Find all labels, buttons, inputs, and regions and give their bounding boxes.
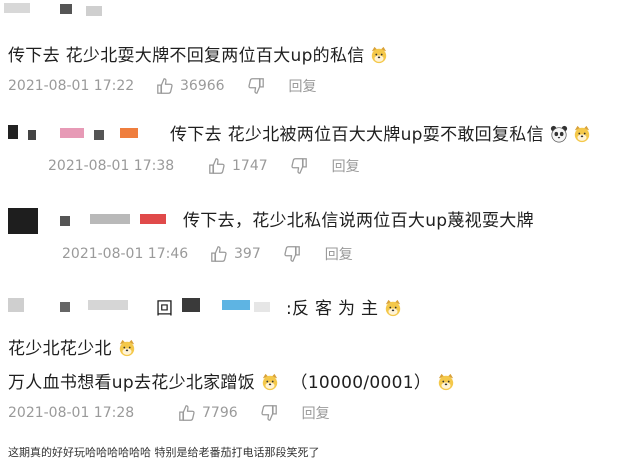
like-button[interactable]: 1747 — [208, 157, 268, 175]
dislike-button[interactable] — [247, 77, 265, 95]
comment-text: 传下去 花少北被两位百大大牌up耍不敢回复私信 — [170, 120, 591, 145]
dislike-button[interactable] — [283, 245, 301, 263]
thumbs-up-icon — [156, 77, 174, 95]
timestamp: 2021-08-01 17:28 — [8, 405, 135, 421]
thumbs-up-icon — [210, 245, 228, 263]
dog-emoji-icon — [118, 339, 136, 357]
timestamp: 2021-08-01 17:38 — [48, 158, 175, 174]
thumbs-down-icon — [260, 404, 278, 422]
reply-button[interactable]: 回复 — [296, 403, 330, 423]
comment-meta: 2021-08-01 17:22 36966 回复 — [8, 76, 317, 96]
like-count: 7796 — [202, 405, 238, 421]
timestamp: 2021-08-01 17:22 — [8, 78, 135, 94]
like-button[interactable]: 7796 — [178, 404, 238, 422]
reply-button[interactable]: 回复 — [319, 244, 353, 264]
cutoff-comment-text: 这期真的好好玩哈哈哈哈哈哈 特别是给老番茄打电话那段笑死了 — [8, 446, 320, 459]
reply-button[interactable]: 回复 — [283, 76, 317, 96]
dislike-button[interactable] — [290, 157, 308, 175]
reply-quote-text: :反 客 为 主 — [286, 294, 402, 319]
timestamp: 2021-08-01 17:46 — [62, 246, 189, 262]
dog-emoji-icon — [370, 46, 388, 64]
comment-text: 传下去 花少北耍大牌不回复两位百大up的私信 — [8, 41, 388, 66]
like-count: 397 — [234, 246, 261, 262]
comment-meta: 2021-08-01 17:28 7796 回复 — [8, 403, 330, 423]
thumbs-down-icon — [247, 77, 265, 95]
dog-emoji-icon — [437, 373, 455, 391]
thumbs-down-icon — [283, 245, 301, 263]
reply-button[interactable]: 回复 — [326, 156, 360, 176]
dislike-button[interactable] — [260, 404, 278, 422]
comment-line-2: 万人血书想看up去花少北家蹭饭 （10000/0001） — [8, 368, 455, 393]
comment-meta: 2021-08-01 17:46 397 回复 — [62, 244, 353, 264]
like-button[interactable]: 397 — [210, 245, 261, 263]
panda-emoji-icon — [550, 125, 568, 143]
dog-emoji-icon — [384, 299, 402, 317]
like-count: 1747 — [232, 158, 268, 174]
reply-quote-prefix: 回 — [156, 299, 174, 319]
like-button[interactable]: 36966 — [156, 77, 225, 95]
thumbs-up-icon — [208, 157, 226, 175]
thumbs-down-icon — [290, 157, 308, 175]
comment-line-1: 花少北花少北 — [8, 334, 136, 359]
comment-meta: 2021-08-01 17:38 1747 回复 — [48, 156, 360, 176]
dog-emoji-icon — [261, 373, 279, 391]
dog-emoji-icon — [573, 125, 591, 143]
comment-text: 传下去，花少北私信说两位百大up蔑视耍大牌 — [183, 211, 534, 231]
like-count: 36966 — [180, 78, 225, 94]
thumbs-up-icon — [178, 404, 196, 422]
